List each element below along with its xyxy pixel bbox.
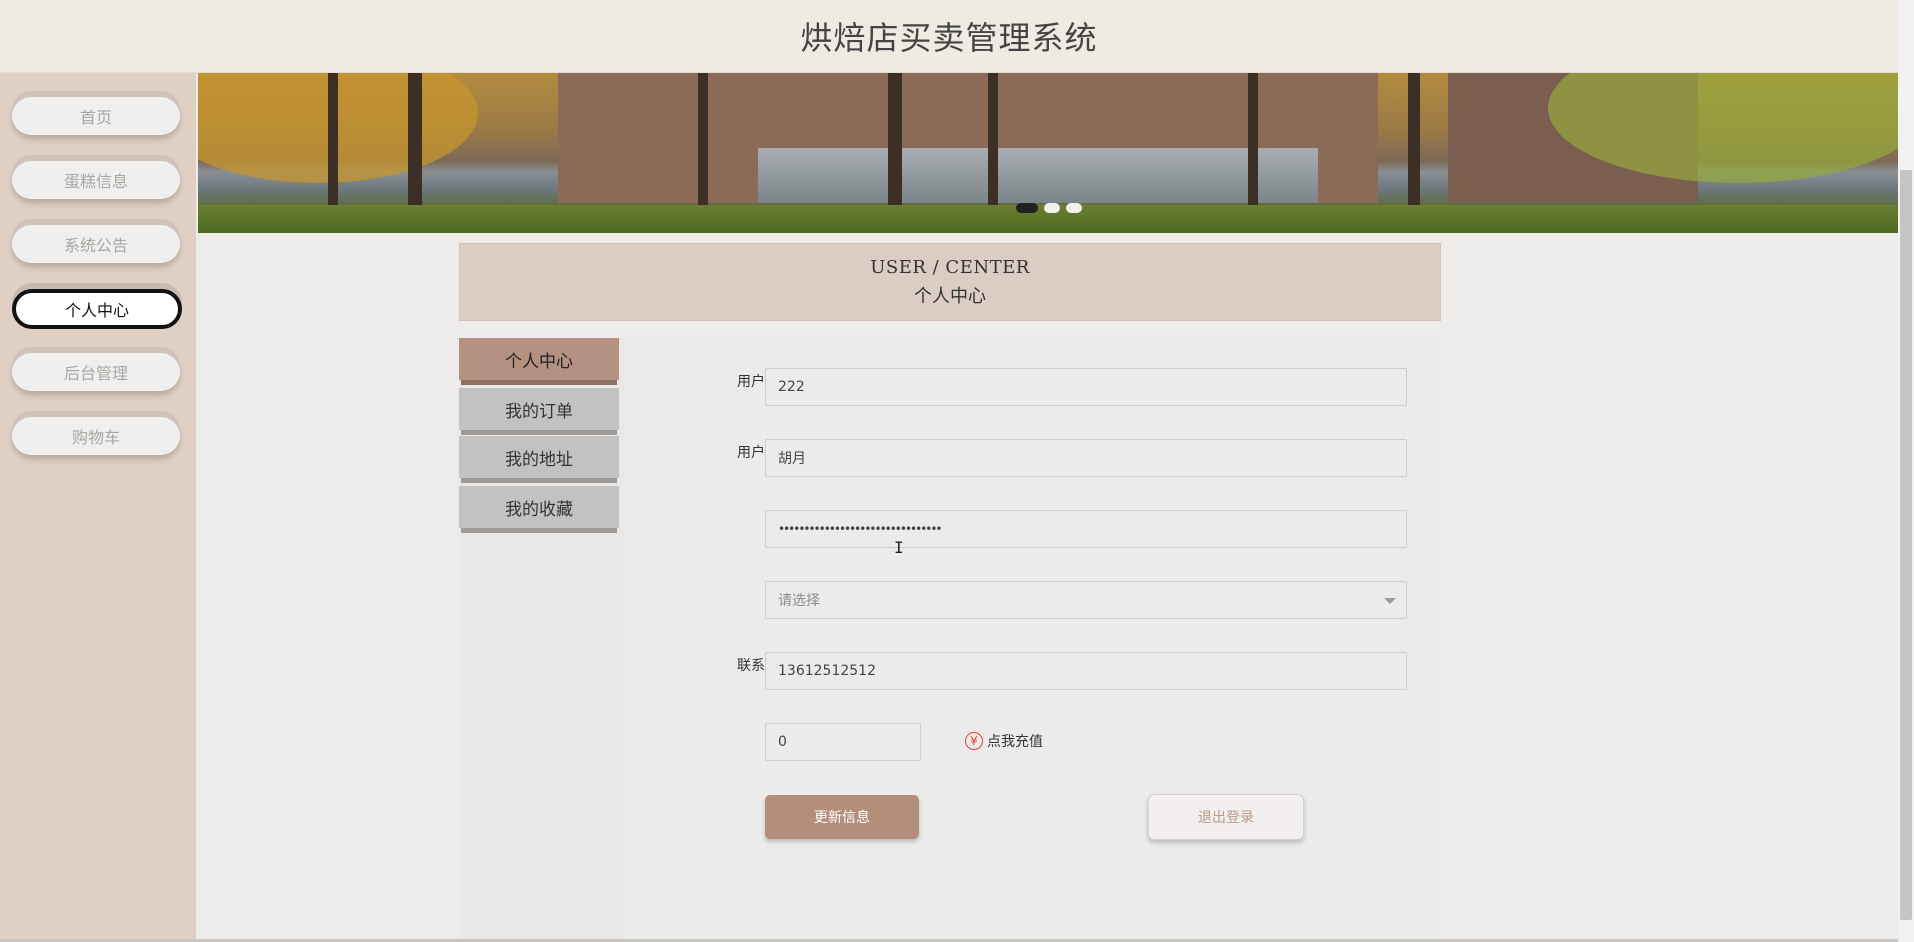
account-input[interactable]: 222 xyxy=(765,368,1407,406)
gender-select-value: 请选择 xyxy=(778,593,820,609)
password-input[interactable]: •••••••••••••••••••••••••••••••• xyxy=(765,510,1407,548)
sidebar-item-announcements[interactable]: 系统公告 xyxy=(12,225,180,263)
banner-tree xyxy=(408,73,422,218)
yuan-icon: ¥ xyxy=(965,732,983,750)
page-scrollbar[interactable] xyxy=(1898,0,1914,942)
phone-input[interactable]: 13612512512 xyxy=(765,652,1407,690)
text-cursor-icon: I xyxy=(894,538,904,557)
form-row-phone: 联系电话 13612512512 xyxy=(640,630,1430,700)
carousel-dot[interactable] xyxy=(1066,203,1082,213)
banner-foliage xyxy=(198,73,478,183)
chevron-down-icon xyxy=(1384,598,1396,604)
sidebar: 首页 蛋糕信息 系统公告 个人中心 后台管理 购物车 xyxy=(0,73,196,942)
sidebar-item-home[interactable]: 首页 xyxy=(12,97,180,135)
banner-tree xyxy=(888,73,902,218)
recharge-label: 点我充值 xyxy=(987,734,1043,750)
sidebar-item-admin[interactable]: 后台管理 xyxy=(12,353,180,391)
banner-steps xyxy=(758,148,1318,203)
tab-user-center[interactable]: 个人中心 xyxy=(459,338,619,380)
tab-my-addresses[interactable]: 我的地址 xyxy=(459,436,619,478)
banner-tree xyxy=(328,73,338,218)
banner-tree xyxy=(1408,73,1420,218)
carousel-dot[interactable] xyxy=(1044,203,1060,213)
app-header: 烘焙店买卖管理系统 xyxy=(0,0,1898,73)
carousel-indicators xyxy=(1016,203,1082,213)
sidebar-item-cart[interactable]: 购物车 xyxy=(12,417,180,455)
app-title: 烘焙店买卖管理系统 xyxy=(800,19,1098,57)
scrollbar-thumb[interactable] xyxy=(1900,170,1912,920)
logout-button[interactable]: 退出登录 xyxy=(1148,794,1304,840)
form-row-name: 用户姓名 胡月 xyxy=(640,417,1430,487)
carousel-dot[interactable] xyxy=(1016,203,1038,213)
tab-my-favorites[interactable]: 我的收藏 xyxy=(459,486,619,528)
recharge-link[interactable]: ¥ 点我充值 xyxy=(965,731,1043,751)
form-row-password: 密码 •••••••••••••••••••••••••••••••• xyxy=(640,488,1430,558)
section-title-en: USER / CENTER xyxy=(870,256,1030,278)
section-title-cn: 个人中心 xyxy=(914,285,986,307)
sidebar-item-cakes[interactable]: 蛋糕信息 xyxy=(12,161,180,199)
form-row-account: 用户账号 222 xyxy=(640,346,1430,416)
update-info-button[interactable]: 更新信息 xyxy=(765,795,919,839)
banner-tree xyxy=(988,73,998,218)
name-input[interactable]: 胡月 xyxy=(765,439,1407,477)
sidebar-item-user-center[interactable]: 个人中心 xyxy=(12,289,182,329)
tab-my-orders[interactable]: 我的订单 xyxy=(459,388,619,430)
section-title: USER / CENTER 个人中心 xyxy=(459,243,1441,321)
banner-tree xyxy=(698,73,708,218)
gender-select[interactable]: 请选择 xyxy=(765,581,1407,619)
banner-carousel[interactable] xyxy=(198,73,1898,233)
balance-input[interactable]: 0 xyxy=(765,723,921,761)
banner-tree xyxy=(1248,73,1258,218)
form-row-gender: 性别 请选择 xyxy=(640,559,1430,629)
form-row-balance: 余额 0 ¥ 点我充值 xyxy=(640,701,1430,771)
